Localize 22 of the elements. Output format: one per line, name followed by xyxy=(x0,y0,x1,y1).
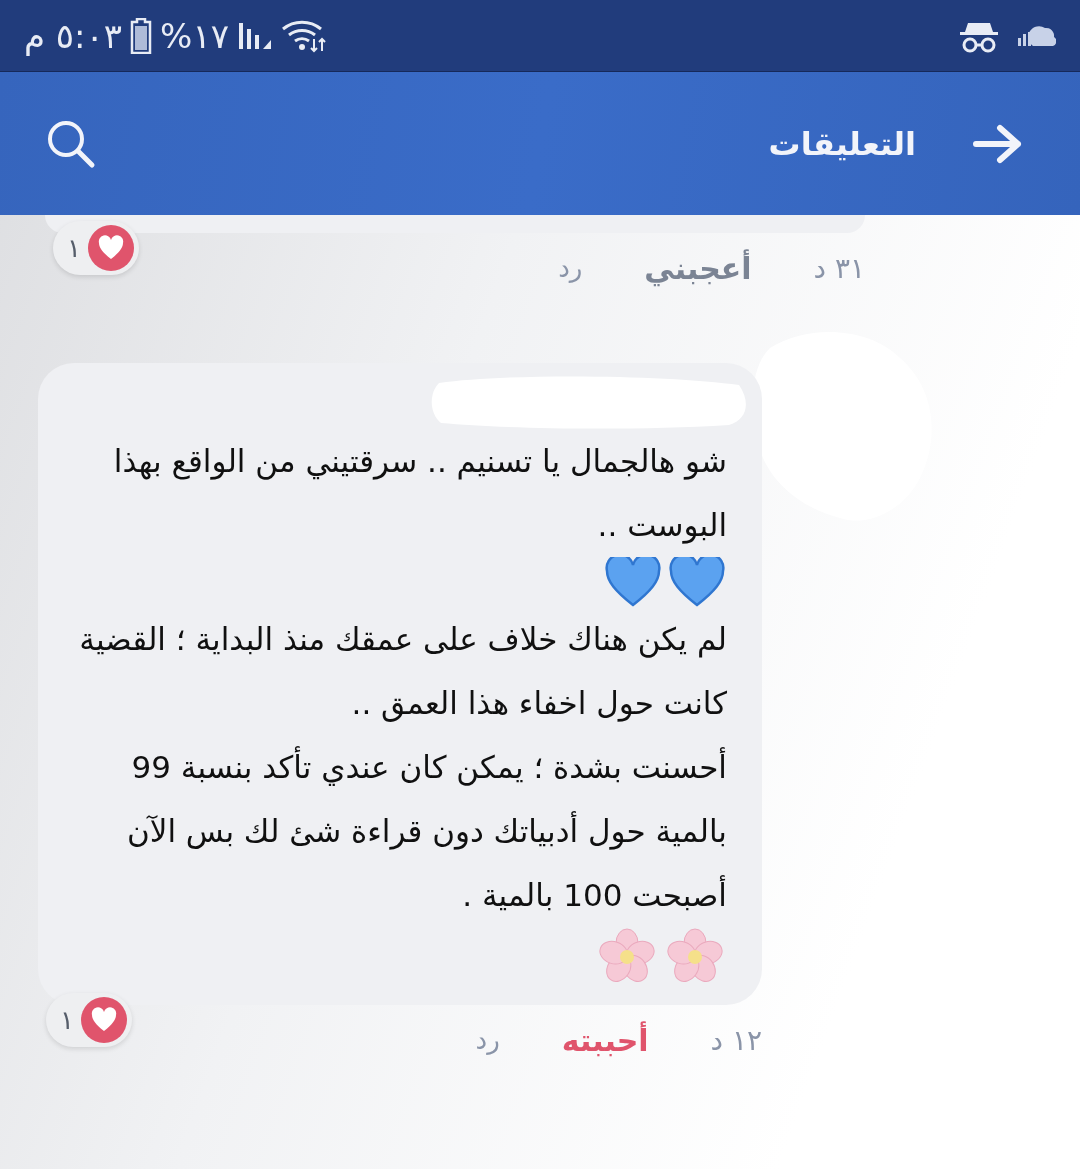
reply-link[interactable]: رد xyxy=(558,253,583,283)
comment-text: شو هالجمال يا تسنيم .. سرقتيني من الواقع بهذا البوست .. xyxy=(112,442,727,546)
battery-icon xyxy=(130,17,153,54)
reply-link[interactable]: رد xyxy=(475,1025,500,1055)
reaction-count[interactable]: ١ xyxy=(53,221,139,275)
clock: ٥:٠٣ م xyxy=(24,15,123,56)
cloud-icon xyxy=(1016,23,1056,48)
search-icon[interactable] xyxy=(46,118,96,169)
heart-icon xyxy=(605,557,661,607)
wifi-icon xyxy=(280,18,327,53)
reaction-link[interactable]: أحببته xyxy=(561,1022,649,1058)
signal-icon xyxy=(236,20,273,51)
comment-text: لم يكن هناك خلاف على عمقك منذ البداية ؛ القضية كانت حول اخفاء هذا العمق .. xyxy=(78,620,727,724)
battery-percent: ١٧% xyxy=(160,15,229,56)
heart-icon xyxy=(669,557,725,607)
comment-time: ٣١ د xyxy=(813,251,865,285)
reaction-link[interactable]: أعجبني xyxy=(644,250,752,286)
reaction-count[interactable]: ١ xyxy=(46,993,132,1047)
back-arrow-icon[interactable] xyxy=(972,123,1024,164)
comment-text: أحسنت بشدة ؛ يمكن كان عندي تأكد بنسبة 99 بالمية حول أدبياتك دون قراءة شئ لك بس الآن أصبحت 100 بالمية . xyxy=(68,735,727,927)
page-title: التعليقات xyxy=(768,124,916,163)
comment-time: ١٢ د xyxy=(710,1023,762,1057)
